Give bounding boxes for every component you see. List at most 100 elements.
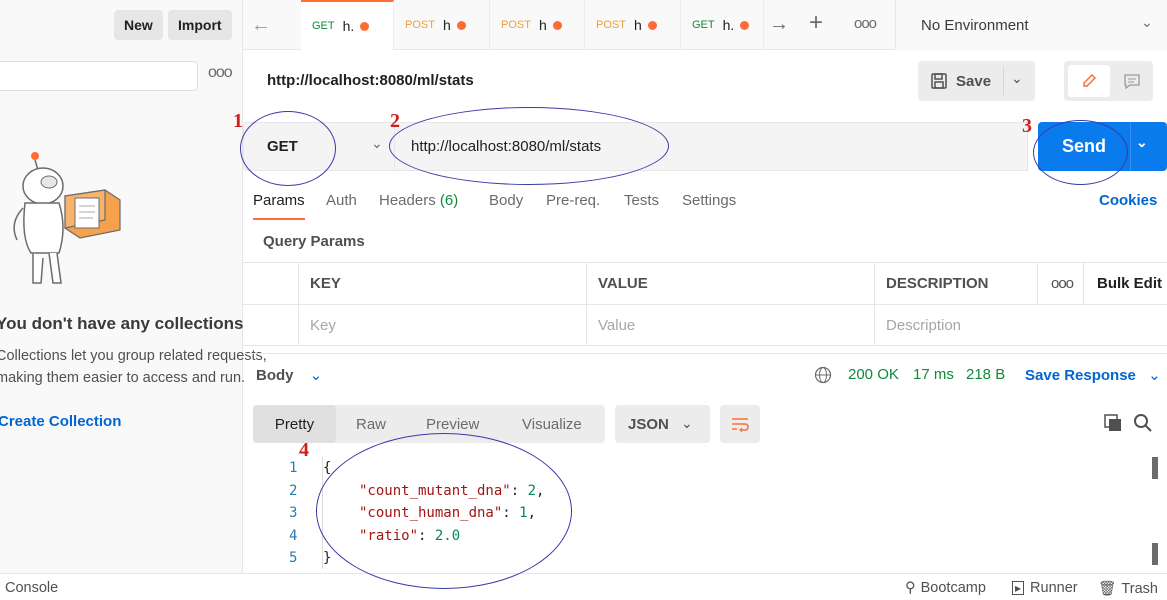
column-header-description: DESCRIPTION <box>875 263 1038 305</box>
param-value-input[interactable]: Value <box>587 305 875 346</box>
query-params-table: KEY VALUE DESCRIPTION ooo Bulk Edit Key … <box>243 262 1167 346</box>
sidebar: New Import ooo You don't have any collec… <box>0 0 267 573</box>
tabs-forward-arrow-icon[interactable]: → <box>769 13 789 36</box>
tab-prereq[interactable]: Pre-req. <box>546 192 600 209</box>
request-title[interactable]: http://localhost:8080/ml/stats <box>267 72 474 89</box>
tab-headers-label: Headers <box>379 192 436 209</box>
view-raw[interactable]: Raw <box>356 405 386 443</box>
sidebar-search-input[interactable] <box>0 61 198 91</box>
tab-tests[interactable]: Tests <box>624 192 659 209</box>
create-collection-link[interactable]: Create Collection <box>0 413 121 430</box>
tabs-back-arrow-icon[interactable]: ← <box>251 14 271 37</box>
bootcamp-button[interactable]: ⚲ Bootcamp <box>905 580 986 596</box>
chevron-down-icon: ⌄ <box>681 415 693 431</box>
environment-selector[interactable]: No Environment ⌄ <box>895 0 1167 50</box>
runner-icon: ▸ <box>1012 581 1025 595</box>
import-button[interactable]: Import <box>168 10 232 40</box>
unsaved-dot-icon <box>360 21 370 31</box>
response-time[interactable]: 17 ms <box>913 366 954 383</box>
empty-collections-desc-2: making them easier to access and run. <box>0 370 246 386</box>
param-key-input[interactable]: Key <box>299 305 587 346</box>
tab-auth[interactable]: Auth <box>326 192 357 209</box>
save-options-chevron-icon[interactable]: ⌄ <box>1011 70 1023 87</box>
tab-params[interactable]: Params <box>253 192 305 209</box>
tab-name: h <box>442 17 451 33</box>
scrollbar-thumb[interactable] <box>1152 543 1158 565</box>
trash-button[interactable]: 🗑 Trash <box>1098 580 1158 598</box>
scrollbar-thumb[interactable] <box>1152 457 1158 479</box>
status-footer <box>0 573 1167 600</box>
active-tab-underline <box>253 218 305 220</box>
view-pretty[interactable]: Pretty <box>253 405 336 443</box>
response-status[interactable]: 200 OK <box>848 366 899 383</box>
view-visualize[interactable]: Visualize <box>522 405 582 443</box>
tab-name: h <box>538 17 547 33</box>
globe-icon[interactable] <box>814 366 832 384</box>
annotation-number-4: 4 <box>299 439 309 461</box>
unsaved-dot-icon <box>647 20 657 30</box>
annotation-number-3: 3 <box>1022 115 1032 137</box>
annotation-ellipse-2 <box>389 107 669 185</box>
sidebar-more-icon[interactable]: ooo <box>208 64 233 82</box>
new-button[interactable]: New <box>114 10 163 40</box>
comment-icon <box>1124 74 1140 89</box>
save-icon <box>931 73 947 89</box>
empty-collections-title: You don't have any collections <box>0 314 244 333</box>
astronaut-illustration <box>13 152 121 284</box>
wrap-icon <box>732 418 749 432</box>
request-tab-2[interactable]: POST h <box>394 0 490 50</box>
request-tab-3[interactable]: POST h <box>490 0 585 50</box>
annotation-ellipse-3 <box>1033 120 1128 185</box>
tab-settings[interactable]: Settings <box>682 192 736 209</box>
tab-method: POST <box>501 19 531 31</box>
tab-name: h <box>633 17 642 33</box>
request-tab-1[interactable]: GET h. <box>301 0 394 50</box>
bulk-edit-button[interactable]: Bulk Edit <box>1084 263 1167 305</box>
request-tab-5[interactable]: GET h. <box>681 0 764 50</box>
new-tab-plus-icon[interactable]: + <box>809 9 823 37</box>
chevron-down-icon: ⌄ <box>1141 14 1153 30</box>
runner-button[interactable]: ▸ Runner <box>1012 580 1078 596</box>
tab-body[interactable]: Body <box>489 192 523 209</box>
tab-method: POST <box>405 19 435 31</box>
row-handle <box>243 263 299 305</box>
response-size[interactable]: 218 B <box>966 366 1005 383</box>
column-header-value: VALUE <box>587 263 875 305</box>
save-response-dropdown[interactable]: Save Response ⌄ <box>1025 366 1161 384</box>
headers-count: (6) <box>439 192 459 209</box>
runner-label: Runner <box>1030 580 1078 596</box>
console-button[interactable]: Console <box>5 580 58 596</box>
code-scrollbar[interactable] <box>1152 457 1158 569</box>
format-select[interactable]: JSON ⌄ <box>615 405 710 443</box>
wrap-lines-button[interactable] <box>720 405 760 443</box>
tabs-more-icon[interactable]: ooo <box>854 15 877 32</box>
comments-button[interactable] <box>1114 65 1150 97</box>
line-number: 2 <box>289 483 298 499</box>
annotation-number-2: 2 <box>390 110 400 132</box>
send-options-chevron-icon[interactable]: ⌄ <box>1136 134 1148 151</box>
row-handle <box>243 305 299 346</box>
tab-method: GET <box>312 20 335 32</box>
request-tab-4[interactable]: POST h <box>585 0 681 50</box>
cookies-link[interactable]: Cookies <box>1099 192 1157 209</box>
param-description-input[interactable]: Description <box>875 305 1167 346</box>
search-icon[interactable] <box>1133 413 1153 433</box>
save-button[interactable]: Save <box>918 61 1003 101</box>
tab-name: h. <box>342 18 355 34</box>
line-number: 4 <box>289 528 298 544</box>
tab-headers[interactable]: Headers (6) <box>379 192 458 209</box>
chevron-down-icon: ⌄ <box>1148 367 1161 384</box>
tab-method: GET <box>692 19 715 31</box>
tab-method: POST <box>596 19 626 31</box>
trash-label: Trash <box>1121 580 1158 597</box>
copy-icon[interactable] <box>1103 413 1123 433</box>
edit-pencil-button[interactable] <box>1068 65 1110 97</box>
chevron-down-icon: ⌄ <box>309 367 323 384</box>
line-number: 1 <box>289 460 298 476</box>
line-number: 3 <box>289 505 298 521</box>
response-body-dropdown[interactable]: Body ⌄ <box>256 366 322 384</box>
divider <box>1003 67 1004 95</box>
tab-name: h. <box>722 17 735 33</box>
bootcamp-label: Bootcamp <box>920 580 986 596</box>
table-more-icon[interactable]: ooo <box>1038 263 1084 305</box>
